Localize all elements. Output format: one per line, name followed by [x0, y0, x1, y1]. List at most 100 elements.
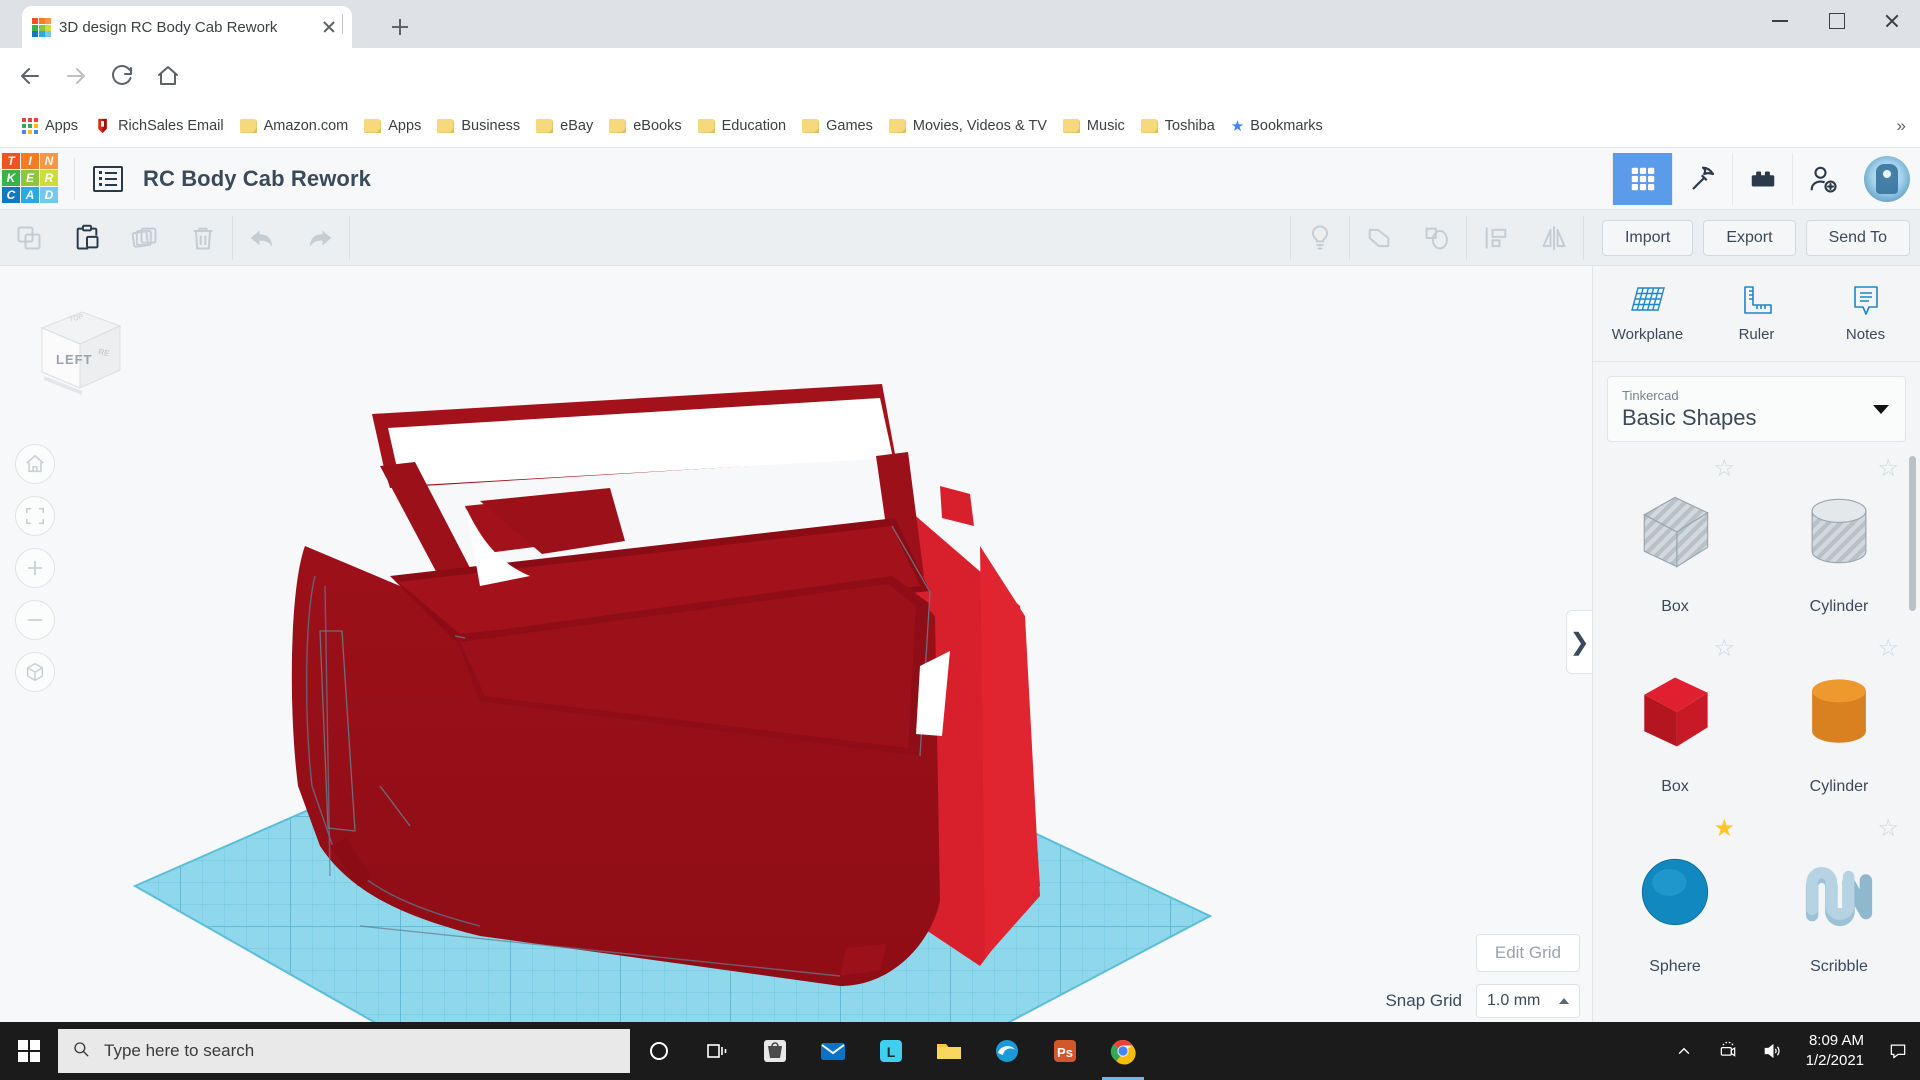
bookmarks-overflow-button[interactable]: »: [1897, 116, 1906, 136]
shape-item-cylinder-hole[interactable]: ☆ Cylinder: [1763, 448, 1915, 628]
workplane-tool[interactable]: Workplane: [1593, 284, 1702, 343]
shape-item-cylinder-orange[interactable]: ☆ Cylinder: [1763, 628, 1915, 808]
favorite-star-icon[interactable]: ★: [1713, 814, 1735, 843]
undo-icon[interactable]: [233, 210, 291, 266]
tinkercad-logo[interactable]: T I N K E R C A D: [2, 153, 60, 205]
bookmark-item-business[interactable]: Business: [429, 112, 528, 140]
import-button[interactable]: Import: [1602, 220, 1693, 256]
zoom-out-icon[interactable]: [15, 600, 55, 640]
window-minimize-button[interactable]: [1752, 0, 1808, 40]
bookmark-item-education[interactable]: Education: [690, 112, 795, 140]
favorite-star-icon[interactable]: ☆: [1713, 634, 1735, 663]
window-close-button[interactable]: [1864, 0, 1920, 40]
window-maximize-button[interactable]: [1808, 0, 1864, 40]
forward-button[interactable]: [56, 56, 96, 96]
edit-grid-button[interactable]: Edit Grid: [1476, 934, 1580, 972]
volume-icon[interactable]: [1750, 1022, 1794, 1080]
tinkercad-header: T I N K E R C A D RC Body Cab Rework: [0, 148, 1920, 210]
taskbar-search-box[interactable]: Type here to search: [58, 1029, 630, 1073]
favorite-star-icon[interactable]: ☆: [1877, 634, 1899, 663]
folder-icon: [609, 119, 626, 133]
bookmark-label: eBay: [560, 118, 593, 134]
tab-close-icon[interactable]: [316, 14, 342, 40]
bookmark-item-ebay[interactable]: eBay: [528, 112, 601, 140]
ruler-tool[interactable]: Ruler: [1702, 284, 1811, 343]
ungroup-icon[interactable]: [1408, 210, 1466, 266]
bookmark-item-richsales-email[interactable]: RichSales Email: [86, 112, 232, 140]
edge-icon[interactable]: [978, 1022, 1036, 1080]
export-button[interactable]: Export: [1703, 220, 1795, 256]
copy-icon[interactable]: [0, 210, 58, 266]
mirror-icon[interactable]: [1525, 210, 1583, 266]
toolbar-divider: [349, 216, 350, 260]
fit-to-view-icon[interactable]: [15, 496, 55, 536]
bookmark-item-movies-videos-tv[interactable]: Movies, Videos & TV: [881, 112, 1055, 140]
new-tab-button[interactable]: [384, 11, 416, 43]
shape-item-sphere[interactable]: ★ Sphere: [1599, 808, 1751, 988]
group-icon[interactable]: [1350, 210, 1408, 266]
user-avatar[interactable]: [1864, 156, 1910, 202]
3d-viewport[interactable]: RE TOP LEFT Edit Grid Snap Grid 1.0 mm: [0, 266, 1592, 1030]
favorite-star-icon[interactable]: ☆: [1877, 814, 1899, 843]
view-cube[interactable]: RE TOP LEFT: [30, 306, 126, 398]
workplane-icon: [1628, 284, 1668, 318]
shapes-panel-scrollbar[interactable]: [1909, 456, 1916, 611]
photoshop-icon[interactable]: Ps: [1036, 1022, 1094, 1080]
shape-item-scribble[interactable]: ☆ Scribble: [1763, 808, 1915, 988]
tab-divider: [342, 14, 343, 34]
notes-tool[interactable]: Notes: [1811, 284, 1920, 343]
chrome-icon[interactable]: [1094, 1022, 1152, 1080]
start-button[interactable]: [0, 1022, 58, 1080]
file-explorer-icon[interactable]: [920, 1022, 978, 1080]
shape-item-box-hole[interactable]: ☆ Box: [1599, 448, 1751, 628]
back-button[interactable]: [10, 56, 50, 96]
brick-icon[interactable]: [1732, 153, 1792, 205]
action-center-icon[interactable]: [1876, 1022, 1920, 1080]
bookmark-item-amazon[interactable]: Amazon.com: [232, 112, 357, 140]
bookmark-item-apps-folder[interactable]: Apps: [356, 112, 429, 140]
panel-collapse-arrow[interactable]: ❯: [1566, 610, 1592, 674]
model-3d-rc-body-cab[interactable]: [280, 286, 1110, 986]
cortana-icon[interactable]: [630, 1022, 688, 1080]
bookmark-item-apps[interactable]: Apps: [14, 112, 86, 140]
windows-logo-icon: [18, 1040, 40, 1062]
pickaxe-icon[interactable]: [1672, 153, 1732, 205]
browser-tab[interactable]: 3D design RC Body Cab Rework: [22, 6, 352, 48]
bookmark-item-toshiba[interactable]: Toshiba: [1133, 112, 1223, 140]
lightroom-icon[interactable]: L: [862, 1022, 920, 1080]
microsoft-store-icon[interactable]: [746, 1022, 804, 1080]
paste-icon[interactable]: [58, 210, 116, 266]
redo-icon[interactable]: [291, 210, 349, 266]
home-view-icon[interactable]: [15, 444, 55, 484]
shape-item-box-red[interactable]: ☆ Box: [1599, 628, 1751, 808]
favorite-star-icon[interactable]: ☆: [1877, 454, 1899, 483]
send-to-button[interactable]: Send To: [1806, 220, 1910, 256]
home-button[interactable]: [148, 56, 188, 96]
bookmark-item-music[interactable]: Music: [1055, 112, 1133, 140]
project-menu-icon[interactable]: [93, 166, 123, 192]
delete-icon[interactable]: [174, 210, 232, 266]
bookmark-item-games[interactable]: Games: [794, 112, 881, 140]
show-hidden-icons-chevron[interactable]: [1662, 1022, 1706, 1080]
taskbar-clock[interactable]: 8:09 AM 1/2/2021: [1794, 1022, 1876, 1080]
duplicate-icon[interactable]: [116, 210, 174, 266]
header-actions: [1612, 148, 1920, 210]
bookmark-item-bookmarks[interactable]: ★ Bookmarks: [1223, 112, 1331, 140]
zoom-in-icon[interactable]: [15, 548, 55, 588]
favorite-star-icon[interactable]: ☆: [1713, 454, 1735, 483]
bookmark-label: Apps: [388, 118, 421, 134]
blocks-grid-icon[interactable]: [1612, 153, 1672, 205]
task-view-icon[interactable]: [688, 1022, 746, 1080]
reload-button[interactable]: [102, 56, 142, 96]
mail-icon[interactable]: [804, 1022, 862, 1080]
shape-library-select[interactable]: Tinkercad Basic Shapes: [1607, 376, 1906, 442]
ortho-perspective-icon[interactable]: [15, 652, 55, 692]
invite-person-icon[interactable]: [1792, 153, 1852, 205]
light-bulb-icon[interactable]: [1291, 210, 1349, 266]
camera-recording-icon[interactable]: [1706, 1022, 1750, 1080]
folder-icon: [802, 119, 819, 133]
snap-grid-select[interactable]: 1.0 mm: [1476, 984, 1580, 1018]
bookmark-item-ebooks[interactable]: eBooks: [601, 112, 689, 140]
align-icon[interactable]: [1467, 210, 1525, 266]
shape-label: Cylinder: [1810, 598, 1869, 616]
